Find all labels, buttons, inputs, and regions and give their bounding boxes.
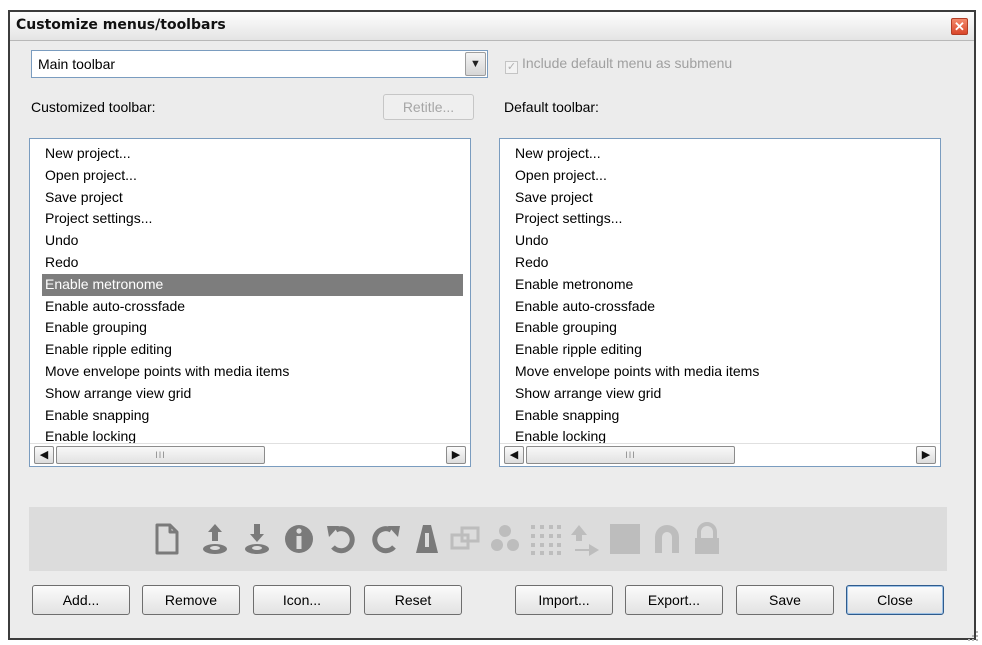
new-project-icon[interactable] <box>149 521 185 557</box>
list-item[interactable]: Enable grouping <box>501 317 939 339</box>
add-button[interactable]: Add... <box>32 585 130 615</box>
list-item[interactable]: Project settings... <box>31 208 469 230</box>
chevron-down-icon: ▼ <box>470 58 481 70</box>
list-item[interactable]: Open project... <box>501 165 939 187</box>
redo-icon[interactable] <box>367 521 403 557</box>
retitle-button: Retitle... <box>383 94 474 120</box>
dropdown-button[interactable]: ▼ <box>465 52 486 76</box>
icon-button[interactable]: Icon... <box>253 585 351 615</box>
save-project-icon[interactable] <box>239 521 275 557</box>
list-item[interactable]: Enable snapping <box>31 405 469 427</box>
auto-crossfade-icon[interactable] <box>447 521 483 557</box>
list-item[interactable]: Enable metronome <box>42 273 463 296</box>
grid-icon[interactable] <box>527 521 563 557</box>
title-bar[interactable]: Customize menus/toolbars ✕ <box>10 12 974 41</box>
list-item[interactable]: Move envelope points with media items <box>31 361 469 383</box>
list-item[interactable]: Enable auto-crossfade <box>31 296 469 318</box>
save-button[interactable]: Save <box>736 585 834 615</box>
list-item[interactable]: Enable ripple editing <box>501 339 939 361</box>
include-default-checkbox: ✓ <box>505 61 518 74</box>
toolbar-select[interactable]: Main toolbar ▼ <box>31 50 488 78</box>
undo-icon[interactable] <box>324 521 360 557</box>
reset-button[interactable]: Reset <box>364 585 462 615</box>
customized-hscrollbar[interactable]: ◀ III ▶ <box>30 443 470 466</box>
customized-toolbar-list[interactable]: New project... Open project... Save projec… <box>29 138 471 467</box>
window-title: Customize menus/toolbars <box>16 17 226 33</box>
customized-items: New project... Open project... Save projec… <box>31 143 469 448</box>
grouping-icon[interactable] <box>487 521 523 557</box>
list-item[interactable]: Redo <box>501 252 939 274</box>
include-default-checkbox-row: ✓ Include default menu as submenu <box>505 55 732 74</box>
scroll-right-button[interactable]: ▶ <box>916 446 936 464</box>
list-item[interactable]: Project settings... <box>501 208 939 230</box>
list-item[interactable]: Save project <box>31 187 469 209</box>
list-item[interactable]: Show arrange view grid <box>501 383 939 405</box>
close-window-button[interactable]: ✕ <box>951 18 968 35</box>
list-item[interactable]: Undo <box>31 230 469 252</box>
chevron-right-icon: ▶ <box>451 449 461 461</box>
scroll-left-button[interactable]: ◀ <box>34 446 54 464</box>
import-button[interactable]: Import... <box>515 585 613 615</box>
toolbar-preview <box>29 507 947 571</box>
scroll-thumb[interactable]: III <box>56 446 265 464</box>
snapping-magnet-icon[interactable] <box>649 521 685 557</box>
ripple-editing-icon[interactable] <box>567 521 603 557</box>
list-item[interactable]: Redo <box>31 252 469 274</box>
scroll-thumb[interactable]: III <box>526 446 735 464</box>
list-item[interactable]: Enable grouping <box>31 317 469 339</box>
list-item[interactable]: Show arrange view grid <box>31 383 469 405</box>
scroll-right-button[interactable]: ▶ <box>446 446 466 464</box>
chevron-left-icon: ◀ <box>39 449 49 461</box>
remove-button[interactable]: Remove <box>142 585 240 615</box>
customized-toolbar-label: Customized toolbar: <box>31 99 156 115</box>
list-item[interactable]: Save project <box>501 187 939 209</box>
list-item[interactable]: Enable ripple editing <box>31 339 469 361</box>
list-item[interactable]: New project... <box>501 143 939 165</box>
scroll-left-button[interactable]: ◀ <box>504 446 524 464</box>
chevron-left-icon: ◀ <box>509 449 519 461</box>
default-hscrollbar[interactable]: ◀ III ▶ <box>500 443 940 466</box>
list-item[interactable]: Open project... <box>31 165 469 187</box>
toolbar-select-value: Main toolbar <box>38 56 116 72</box>
chevron-right-icon: ▶ <box>921 449 931 461</box>
include-default-label: Include default menu as submenu <box>522 55 733 71</box>
export-button[interactable]: Export... <box>625 585 723 615</box>
lock-icon[interactable] <box>689 521 725 557</box>
snap-icon[interactable] <box>607 521 643 557</box>
list-item[interactable]: Move envelope points with media items <box>501 361 939 383</box>
list-item[interactable]: Enable auto-crossfade <box>501 296 939 318</box>
close-button[interactable]: Close <box>846 585 944 615</box>
resize-grip-icon[interactable] <box>967 630 979 642</box>
default-toolbar-label: Default toolbar: <box>504 99 599 115</box>
list-item[interactable]: New project... <box>31 143 469 165</box>
list-item[interactable]: Enable snapping <box>501 405 939 427</box>
close-icon: ✕ <box>954 19 965 34</box>
default-toolbar-list[interactable]: New project... Open project... Save projec… <box>499 138 941 467</box>
list-item[interactable]: Undo <box>501 230 939 252</box>
default-items: New project... Open project... Save projec… <box>501 143 939 448</box>
project-settings-icon[interactable] <box>281 521 317 557</box>
metronome-icon[interactable] <box>409 521 445 557</box>
list-item[interactable]: Enable metronome <box>501 274 939 296</box>
open-project-icon[interactable] <box>197 521 233 557</box>
